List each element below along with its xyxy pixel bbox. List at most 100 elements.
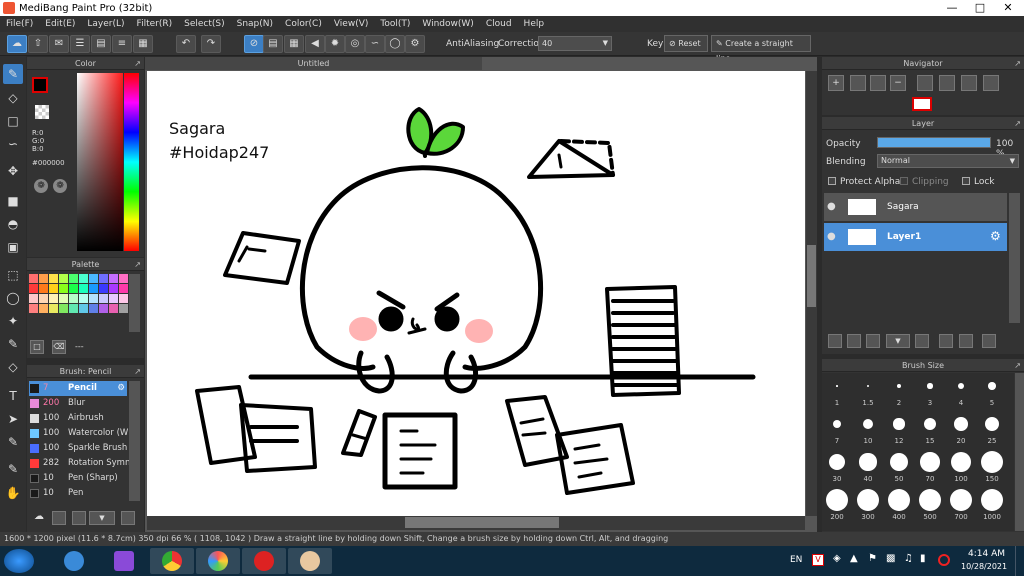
eraser-tool-icon[interactable]: ◇ xyxy=(3,88,23,108)
brush-size-dot[interactable] xyxy=(866,384,870,388)
menu-color[interactable]: Color(C) xyxy=(279,16,328,32)
brush-item[interactable]: 7 Pencil ⚙ xyxy=(29,381,127,396)
palette-swatch[interactable] xyxy=(109,284,118,293)
gear-icon[interactable]: ⚙ xyxy=(117,381,125,396)
palette-swatch[interactable] xyxy=(49,284,58,293)
list-icon[interactable]: ≡ xyxy=(112,35,132,53)
popout-icon[interactable]: ↗ xyxy=(1014,117,1021,130)
menu-snap[interactable]: Snap(N) xyxy=(231,16,279,32)
brush-size-dot[interactable] xyxy=(950,451,972,473)
transparent-color-swatch[interactable] xyxy=(35,105,49,119)
saturation-value-picker[interactable] xyxy=(77,73,123,251)
menu-layer[interactable]: Layer(L) xyxy=(81,16,130,32)
layer-row[interactable]: ● Sagara xyxy=(824,193,1007,221)
brush-size-dot[interactable] xyxy=(919,489,941,511)
language-indicator[interactable]: EN xyxy=(790,555,802,565)
palette-swatch[interactable] xyxy=(89,284,98,293)
brush-size-dot[interactable] xyxy=(832,419,842,429)
zoom-pen-icon[interactable]: ✎ xyxy=(3,459,23,479)
select-eraser-icon[interactable]: ◇ xyxy=(3,357,23,377)
brush-size-dot[interactable] xyxy=(981,451,1003,473)
signal-icon[interactable]: ▮ xyxy=(920,553,926,564)
brush-size-dot[interactable] xyxy=(826,489,848,511)
action-center-icon[interactable]: ⚑ xyxy=(868,553,877,564)
menu-cloud[interactable]: Cloud xyxy=(480,16,518,32)
select-tool-icon[interactable]: ⬚ xyxy=(3,265,23,285)
palette-swatch[interactable] xyxy=(69,294,78,303)
folder-icon[interactable] xyxy=(915,334,929,348)
brush-item[interactable]: 100 Airbrush xyxy=(29,411,127,426)
ellipse-snap-icon[interactable]: ◯ xyxy=(385,35,405,53)
palette-swatch[interactable] xyxy=(59,274,68,283)
brush-size-dot[interactable] xyxy=(920,452,940,472)
menu-tool[interactable]: Tool(T) xyxy=(374,16,416,32)
brush-item[interactable]: 10 Pen xyxy=(29,486,127,501)
brush-size-dot[interactable] xyxy=(988,382,996,390)
fit-icon[interactable] xyxy=(850,75,866,91)
chrome-taskbar-button[interactable] xyxy=(150,548,194,574)
menu-edit[interactable]: Edit(E) xyxy=(39,16,81,32)
tray-icon[interactable]: ▲ xyxy=(850,553,858,564)
start-button-icon[interactable] xyxy=(4,549,34,573)
palette-swatch[interactable] xyxy=(119,294,128,303)
minimize-button[interactable]: — xyxy=(938,0,966,16)
layer-scrollbar[interactable] xyxy=(1009,193,1020,323)
primary-color-swatch[interactable] xyxy=(32,77,48,93)
medibang-taskbar-button[interactable] xyxy=(196,548,240,574)
brush-settings-icon[interactable] xyxy=(121,511,135,525)
zoom-out-icon[interactable]: − xyxy=(890,75,906,91)
palette-scrollbar[interactable] xyxy=(129,274,140,332)
brush-size-dot[interactable] xyxy=(897,384,901,388)
folder-layer-icon[interactable] xyxy=(866,334,880,348)
palette-swatch[interactable] xyxy=(59,284,68,293)
popout-icon[interactable]: ↗ xyxy=(134,365,141,378)
fill-rect-tool-icon[interactable]: ■ xyxy=(3,191,23,211)
popout-icon[interactable]: ↗ xyxy=(134,258,141,271)
brush-size-dot[interactable] xyxy=(829,454,845,470)
new-layer-icon[interactable] xyxy=(828,334,842,348)
duplicate-icon[interactable] xyxy=(939,334,953,348)
volume-icon[interactable]: ♫ xyxy=(904,553,913,564)
brush-menu-dropdown[interactable]: ▼ xyxy=(89,511,115,525)
add-brush-icon[interactable]: ☁ xyxy=(32,511,46,525)
move-tool-icon[interactable]: ✥ xyxy=(3,161,23,181)
brush-item[interactable]: 282 Rotation Symn xyxy=(29,456,130,471)
actual-size-icon[interactable] xyxy=(870,75,886,91)
color-wheel-icon[interactable]: ❁ xyxy=(34,179,48,193)
menu-help[interactable]: Help xyxy=(518,16,551,32)
palette-swatch[interactable] xyxy=(99,284,108,293)
brush-size-dot[interactable] xyxy=(863,419,873,429)
palette-swatch[interactable] xyxy=(119,284,128,293)
palette-swatch[interactable] xyxy=(29,284,38,293)
gradient-tool-icon[interactable]: ▣ xyxy=(3,237,23,257)
reset-button[interactable]: ⊘ Reset xyxy=(664,35,708,52)
menu-file[interactable]: File(F) xyxy=(0,16,39,32)
snap-settings-icon[interactable]: ⚙ xyxy=(405,35,425,53)
layer-row-selected[interactable]: ● Layer1 ⚙ xyxy=(824,223,1007,251)
palette-swatch[interactable] xyxy=(69,304,78,313)
brush-tool-icon[interactable]: ✎ xyxy=(3,64,23,84)
palette-swatch[interactable] xyxy=(39,284,48,293)
network-icon[interactable]: ▩ xyxy=(886,553,895,564)
brush-item[interactable]: 10 Pen (Sharp) xyxy=(29,471,127,486)
bucket-tool-icon[interactable]: ◓ xyxy=(3,214,23,234)
correction-select[interactable]: 40 ▼ xyxy=(538,36,612,51)
palette-swatch[interactable] xyxy=(89,294,98,303)
tab-untitled[interactable]: Untitled xyxy=(145,57,482,70)
menu-select[interactable]: Select(S) xyxy=(178,16,231,32)
snap-off-icon[interactable]: ⊘ xyxy=(244,35,264,53)
palette-swatch[interactable] xyxy=(99,294,108,303)
palette-swatch[interactable] xyxy=(29,304,38,313)
drawing-canvas[interactable]: Sagara #Hoidap247 xyxy=(147,71,805,516)
brush-scrollbar[interactable] xyxy=(129,381,140,501)
zoom-in-icon[interactable]: + xyxy=(828,75,844,91)
new-palette-icon[interactable]: □ xyxy=(30,340,44,354)
palette-swatch[interactable] xyxy=(109,304,118,313)
brush-size-dot[interactable] xyxy=(889,452,909,472)
palette-swatch[interactable] xyxy=(29,294,38,303)
gear-icon[interactable]: ⚙ xyxy=(990,229,1001,243)
menu-filter[interactable]: Filter(R) xyxy=(131,16,179,32)
merge-icon[interactable] xyxy=(959,334,973,348)
palette-swatch[interactable] xyxy=(59,294,68,303)
brush-size-dot[interactable] xyxy=(923,417,937,431)
